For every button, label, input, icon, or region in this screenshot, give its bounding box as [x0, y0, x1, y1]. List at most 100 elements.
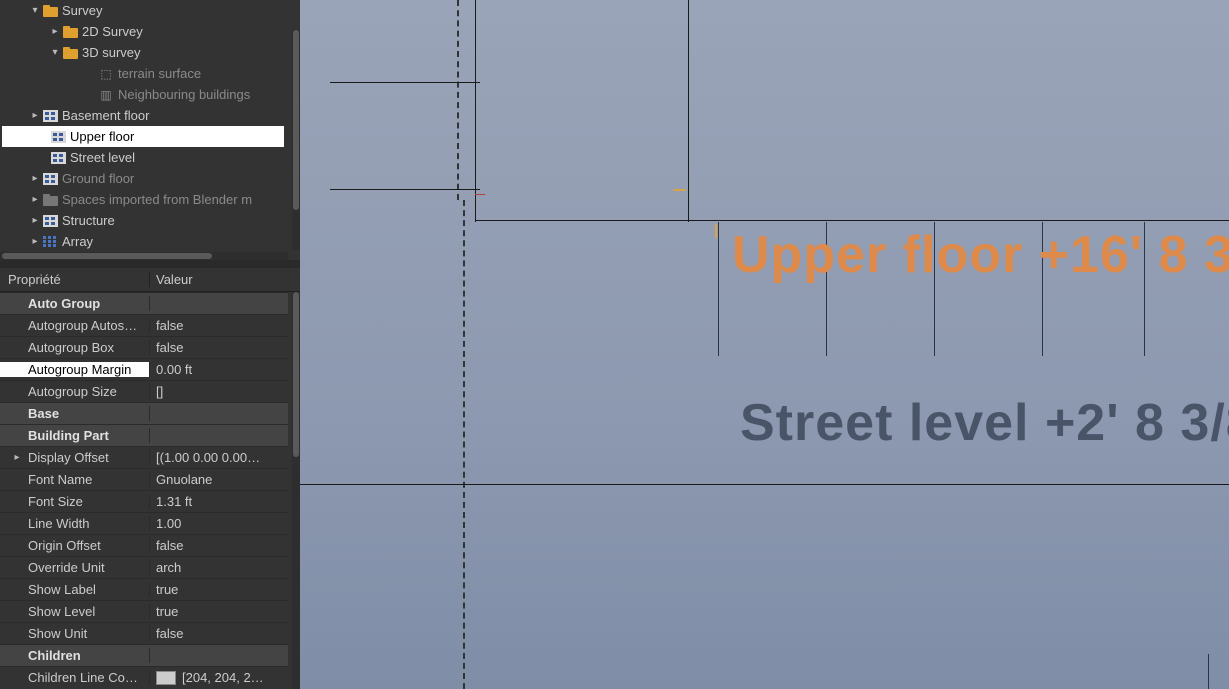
level-tick [718, 222, 719, 356]
tree-item[interactable]: Array [0, 231, 300, 252]
tree-item[interactable]: 2D Survey [0, 21, 300, 42]
level-label-upper-floor: Upper floor +16' 8 3/8" [732, 225, 1229, 285]
level-tick [1208, 654, 1209, 689]
property-value[interactable]: [204, 204, 2… [150, 670, 288, 686]
property-row[interactable]: Show Unitfalse [0, 622, 288, 644]
marker [475, 194, 485, 195]
property-row[interactable]: Line Width1.00 [0, 512, 288, 534]
tree-item[interactable]: Upper floor [0, 126, 300, 147]
tree-item-label: 3D survey [82, 45, 147, 60]
property-value[interactable]: 1.00 [150, 516, 288, 531]
property-value[interactable]: 0.00 ft [150, 362, 288, 377]
property-row[interactable]: Autogroup Size[] [0, 380, 288, 402]
tree-item-label: Array [62, 234, 99, 249]
property-value[interactable]: 1.31 ft [150, 494, 288, 509]
level-icon [50, 129, 66, 145]
folder-icon [62, 24, 78, 40]
property-row[interactable]: Show Leveltrue [0, 600, 288, 622]
property-header-value: Valeur [150, 272, 300, 287]
tree-expand-arrow[interactable] [30, 110, 40, 121]
left-panel: Survey 2D Survey 3D survey ⬚terrain surface… [0, 0, 300, 689]
model-tree[interactable]: Survey 2D Survey 3D survey ⬚terrain surface… [0, 0, 300, 252]
tree-item[interactable]: Survey [0, 0, 300, 21]
property-value[interactable]: false [150, 318, 288, 333]
tree-item-label: Ground floor [62, 171, 140, 186]
tree-expand-arrow[interactable] [30, 194, 40, 205]
property-expand-arrow[interactable]: ▸ [8, 452, 26, 463]
tree-item[interactable]: Ground floor [0, 168, 300, 189]
property-row[interactable]: Autogroup Autos…false [0, 314, 288, 336]
edge-line [330, 82, 480, 83]
tree-expand-arrow[interactable] [30, 5, 40, 16]
tree-item[interactable]: Structure [0, 210, 300, 231]
tree-item[interactable]: 3D survey [0, 42, 300, 63]
panel-splitter[interactable] [0, 260, 300, 268]
property-row[interactable]: Origin Offsetfalse [0, 534, 288, 556]
tree-item-label: Neighbouring buildings [118, 87, 256, 102]
property-row[interactable]: ▸Display Offset[(1.00 0.00 0.00… [0, 446, 288, 468]
tree-horizontal-scrollbar[interactable] [0, 252, 288, 260]
property-name: Line Width [0, 516, 150, 531]
tree-item[interactable]: Spaces imported from Blender m [0, 189, 300, 210]
property-row[interactable]: Override Unitarch [0, 556, 288, 578]
level-line-upper-floor [475, 220, 1229, 221]
folder-icon [42, 192, 58, 208]
property-value[interactable]: arch [150, 560, 288, 575]
marker [673, 189, 686, 191]
property-name: Children [0, 648, 150, 663]
property-name: Autogroup Box [0, 340, 150, 355]
marker [715, 224, 717, 238]
tree-expand-arrow[interactable] [50, 47, 60, 58]
folder-icon [62, 45, 78, 61]
property-row[interactable]: Autogroup Boxfalse [0, 336, 288, 358]
property-value[interactable]: false [150, 626, 288, 641]
property-row[interactable]: Children Line Co…[204, 204, 2… [0, 666, 288, 688]
axis-line-vertical [463, 200, 465, 689]
property-name: Autogroup Size [0, 384, 150, 399]
property-group-header: Building Part [0, 424, 288, 446]
tree-item[interactable]: ⬚terrain surface [0, 63, 300, 84]
level-icon [42, 171, 58, 187]
property-value[interactable]: false [150, 538, 288, 553]
property-grid[interactable]: Auto GroupAutogroup Autos…falseAutogroup… [0, 292, 288, 689]
tree-item[interactable]: Basement floor [0, 105, 300, 126]
property-name: Auto Group [0, 296, 150, 311]
property-name: Building Part [0, 428, 150, 443]
property-name: Font Size [0, 494, 150, 509]
property-value[interactable]: Gnuolane [150, 472, 288, 487]
edge-line [688, 0, 689, 222]
property-value[interactable]: true [150, 604, 288, 619]
property-row[interactable]: Font NameGnuolane [0, 468, 288, 490]
property-name: Children Line Co… [0, 670, 150, 685]
tree-vertical-scrollbar[interactable] [292, 30, 300, 250]
terrain-icon: ⬚ [98, 66, 114, 82]
tree-item-label: Survey [62, 3, 108, 18]
tree-item-label: Spaces imported from Blender m [62, 192, 258, 207]
property-row[interactable]: Font Size1.31 ft [0, 490, 288, 512]
edge-line [330, 189, 480, 190]
property-value[interactable]: [(1.00 0.00 0.00… [150, 450, 288, 465]
property-row[interactable]: Show Labeltrue [0, 578, 288, 600]
tree-item[interactable]: ▥ Neighbouring buildings [0, 84, 300, 105]
viewport-3d[interactable]: Upper floor +16' 8 3/8" Street level +2'… [300, 0, 1229, 689]
tree-item-label: Basement floor [62, 108, 155, 123]
property-name: Show Level [0, 604, 150, 619]
tree-expand-arrow[interactable] [30, 215, 40, 226]
property-name: Base [0, 406, 150, 421]
array-icon [42, 234, 58, 250]
property-name: Autogroup Margin [0, 362, 150, 377]
property-value[interactable]: false [150, 340, 288, 355]
property-row[interactable]: Autogroup Margin0.00 ft [0, 358, 288, 380]
property-value[interactable]: true [150, 582, 288, 597]
color-swatch[interactable] [156, 671, 176, 685]
tree-expand-arrow[interactable] [50, 26, 60, 37]
tree-expand-arrow[interactable] [30, 236, 40, 247]
property-value[interactable]: [] [150, 384, 288, 399]
tree-expand-arrow[interactable] [30, 173, 40, 184]
buildings-icon: ▥ [98, 87, 114, 103]
axis-line-vertical [457, 0, 459, 200]
level-icon [50, 150, 66, 166]
level-label-street: Street level +2' 8 3/8" [740, 393, 1229, 453]
property-vertical-scrollbar[interactable] [292, 292, 300, 689]
tree-item[interactable]: Street level [0, 147, 300, 168]
